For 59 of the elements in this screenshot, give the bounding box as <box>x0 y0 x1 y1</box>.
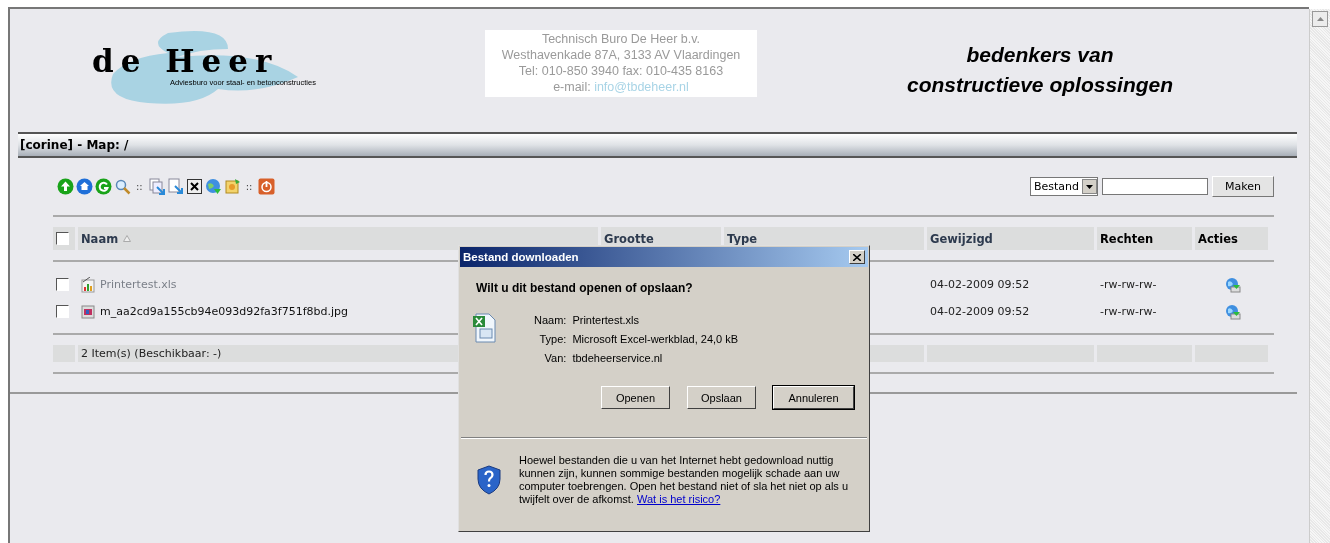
rights-cell: -rw-rw-rw- <box>1100 305 1157 318</box>
create-button[interactable]: Maken <box>1212 176 1274 197</box>
archive-icon <box>223 178 241 195</box>
row-checkbox[interactable] <box>56 305 69 318</box>
address-line: Technisch Buro De Heer b.v. <box>541 31 701 47</box>
column-header: Rechten <box>1100 231 1154 246</box>
column-header[interactable]: Type <box>727 231 757 246</box>
column-header: Acties <box>1198 231 1238 246</box>
field-label: Naam: <box>534 313 567 328</box>
scroll-up-arrow-icon[interactable] <box>1316 17 1324 21</box>
row-checkbox[interactable] <box>56 278 69 291</box>
toolbar-separator: :: <box>244 181 254 192</box>
dialog-question: Wilt u dit bestand openen of opslaan? <box>476 281 694 295</box>
move-icon <box>166 178 184 195</box>
warning-text: Hoewel bestanden die u van het Internet hebt gedownload nuttig kunnen zijn, kunnen sommige bestanden mogelijk schade aan uw computer toebrengen. Open het bestand niet of sla het niet op als u twijfelt over de afkomst. Wat is het risico? <box>519 454 849 506</box>
folder-title-bar: [corine] - Map: / <box>18 132 1297 158</box>
power-icon <box>257 178 275 195</box>
image-file-icon <box>81 304 95 319</box>
caret-icon <box>1086 184 1093 189</box>
home-icon <box>76 178 93 195</box>
refresh-icon <box>95 178 112 195</box>
slogan-line: bedenkers van <box>966 42 1114 68</box>
address-line: Tel: 010-850 3940 fax: 010-435 8163 <box>518 63 724 79</box>
address-line: Westhavenkade 87A, 3133 AV Vlaardingen <box>501 47 741 63</box>
item-count: 2 Item(s) (Beschikbaar: -) <box>81 347 222 360</box>
file-name-link[interactable]: m_aa2cd9a155cb94e093d92fa3f751f8bd.jpg <box>100 305 349 318</box>
field-label: Type: <box>538 332 567 347</box>
scrollbar[interactable] <box>1309 9 1330 543</box>
modified-cell: 04-02-2009 09:52 <box>930 305 1030 318</box>
chart-file-icon <box>81 276 95 293</box>
rights-cell: -rw-rw-rw- <box>1100 278 1157 291</box>
risk-link[interactable]: Wat is het risico? <box>637 493 721 505</box>
field-label: Van: <box>543 351 567 366</box>
copy-icon <box>147 178 165 195</box>
delete-icon <box>185 178 203 195</box>
search-icon <box>114 178 131 195</box>
globe-download-icon[interactable] <box>1225 276 1241 293</box>
slogan-line: constructieve oplossingen <box>907 72 1174 98</box>
column-header[interactable]: Naam <box>81 231 119 246</box>
close-icon <box>853 253 861 261</box>
dialog-button[interactable]: Annuleren <box>773 386 854 409</box>
field-value: tbdeheerservice.nl <box>572 351 664 366</box>
dialog-button[interactable]: Opslaan <box>687 386 756 409</box>
logo-name: de Heer <box>92 43 279 79</box>
name-input[interactable] <box>1102 178 1208 195</box>
close-button[interactable] <box>849 250 865 264</box>
field-value: Microsoft Excel-werkblad, 24,0 kB <box>572 332 739 347</box>
email-label: e-mail: <box>553 80 592 94</box>
shield-help-icon <box>477 465 501 495</box>
spreadsheet-file-icon <box>472 313 496 343</box>
globe-icon <box>204 178 222 195</box>
type-select[interactable]: Bestand <box>1029 177 1098 196</box>
dialog-button[interactable]: Openen <box>601 386 670 409</box>
select-all-checkbox[interactable] <box>56 232 69 245</box>
modified-cell: 04-02-2009 09:52 <box>930 278 1030 291</box>
globe-download-icon[interactable] <box>1225 303 1241 320</box>
dialog-title: Bestand downloaden <box>463 251 579 263</box>
toolbar-separator: :: <box>135 181 144 192</box>
field-value: Printertest.xls <box>572 313 641 328</box>
